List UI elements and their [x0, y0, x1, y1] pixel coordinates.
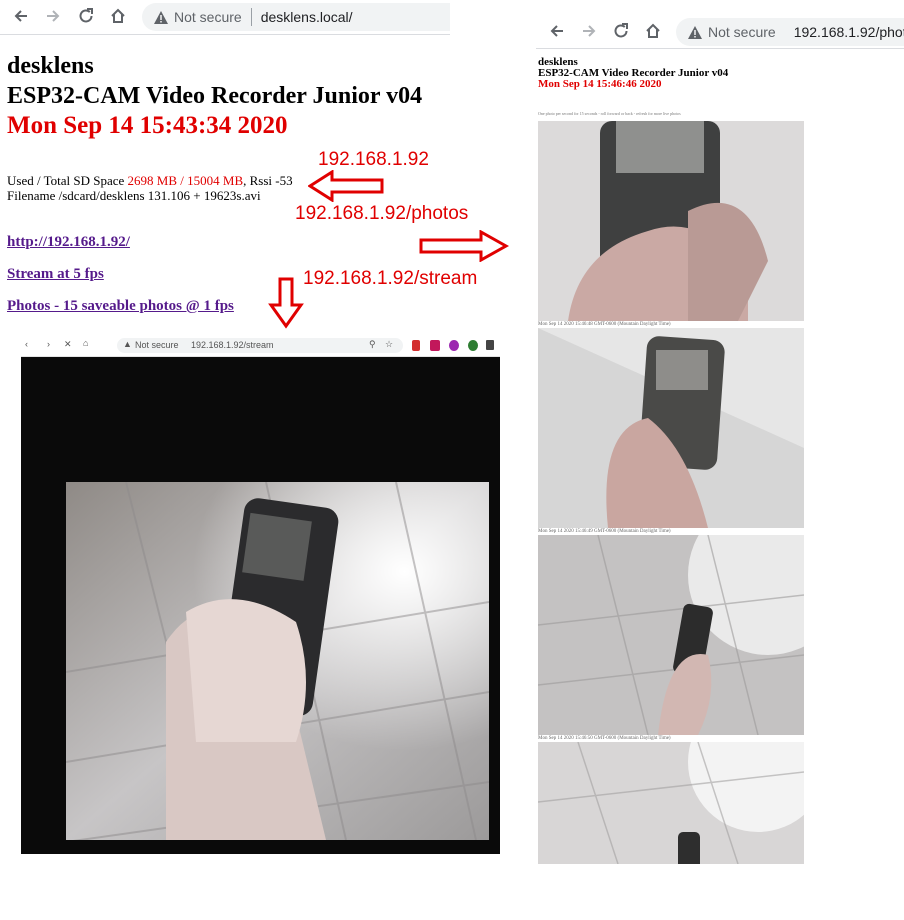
home-icon[interactable]: [107, 5, 129, 27]
divider: [250, 8, 252, 26]
warning-icon: [688, 25, 702, 39]
warning-icon: [154, 10, 168, 24]
annotation-stream: 192.168.1.92/stream: [303, 268, 478, 289]
annotation-photos: 192.168.1.92/photos: [295, 203, 469, 224]
sd-space-line: Used / Total SD Space 2698 MB / 15004 MB…: [7, 173, 293, 189]
home-link[interactable]: http://192.168.1.92/: [7, 234, 130, 251]
rssi-value: , Rssi -53: [243, 173, 293, 188]
photos-note: One photo per second for 15 seconds - ro…: [538, 111, 681, 116]
arrow-down-icon: [268, 277, 304, 329]
photo-timestamp: Mon Sep 14 2020 15:46:50 GMT-0600 (Mount…: [538, 736, 671, 741]
sd-used-value: 2698 MB: [127, 173, 178, 188]
sd-slash: /: [177, 173, 188, 188]
photo-timestamp: Mon Sep 14 2020 15:46:48 GMT-0600 (Mount…: [538, 322, 671, 327]
photos-link[interactable]: Photos - 15 saveable photos @ 1 fps: [7, 298, 234, 315]
search-icon[interactable]: ⚲: [369, 339, 376, 350]
forward-arrow-icon[interactable]: [42, 5, 64, 27]
address-bar[interactable]: Not secure 192.168.1.92/phot: [676, 18, 904, 46]
photo-thumbnail[interactable]: [538, 328, 804, 528]
site-name: desklens: [7, 53, 94, 79]
url-text: 192.168.1.92/stream: [191, 340, 274, 350]
warning-icon: ▲: [123, 339, 132, 349]
annotation-home: 192.168.1.92: [318, 149, 429, 170]
sd-total-value: 15004 MB: [187, 173, 244, 188]
filename-line: Filename /sdcard/desklens 131.106 + 1962…: [7, 188, 261, 203]
extension-icon[interactable]: [430, 340, 440, 351]
security-label: Not secure: [135, 340, 179, 350]
security-label: Not secure: [708, 24, 776, 40]
arrow-left-icon: [308, 170, 384, 202]
stream-browser-toolbar: ‹ › ✕ ⌂ ▲ Not secure 192.168.1.92/stream…: [21, 336, 500, 357]
address-bar[interactable]: Not secure desklens.local/: [142, 3, 450, 31]
stream-link[interactable]: Stream at 5 fps: [7, 266, 104, 283]
app-title: ESP32-CAM Video Recorder Junior v04: [7, 83, 423, 109]
back-arrow-icon[interactable]: [546, 20, 568, 42]
home-icon[interactable]: [642, 20, 664, 42]
right-browser-toolbar: Not secure 192.168.1.92/phot: [536, 16, 904, 49]
stop-icon[interactable]: ✕: [64, 339, 72, 350]
photos-datetime: Mon Sep 14 15:46:46 2020: [538, 78, 662, 90]
url-text: desklens.local/: [260, 9, 353, 25]
photo-thumbnail[interactable]: [538, 742, 804, 864]
star-icon[interactable]: ☆: [385, 339, 393, 350]
left-browser-toolbar: Not secure desklens.local/: [0, 0, 450, 35]
extension-icon[interactable]: [468, 340, 478, 351]
security-label: Not secure: [174, 9, 242, 25]
arrow-right-icon: [419, 230, 509, 262]
photo-timestamp: Mon Sep 14 2020 15:46:49 GMT-0600 (Mount…: [538, 529, 671, 534]
extension-icon[interactable]: [412, 340, 420, 351]
reload-icon[interactable]: [610, 20, 632, 42]
stream-video-image: [66, 482, 489, 840]
back-icon[interactable]: ‹: [25, 339, 28, 349]
extension-icon[interactable]: [449, 340, 459, 351]
photo-thumbnail[interactable]: [538, 535, 804, 735]
stream-address-bar[interactable]: ▲ Not secure 192.168.1.92/stream ⚲ ☆: [117, 338, 403, 353]
forward-arrow-icon[interactable]: [578, 20, 600, 42]
home-icon[interactable]: ⌂: [83, 338, 88, 348]
sd-space-label: Used / Total SD Space: [7, 173, 128, 188]
extension-icon[interactable]: [486, 340, 494, 350]
photo-thumbnail[interactable]: [538, 121, 804, 321]
forward-icon[interactable]: ›: [47, 339, 50, 349]
back-arrow-icon[interactable]: [10, 5, 32, 27]
url-text: 192.168.1.92/phot: [793, 24, 904, 40]
datetime: Mon Sep 14 15:43:34 2020: [7, 112, 288, 139]
reload-icon[interactable]: [75, 5, 97, 27]
